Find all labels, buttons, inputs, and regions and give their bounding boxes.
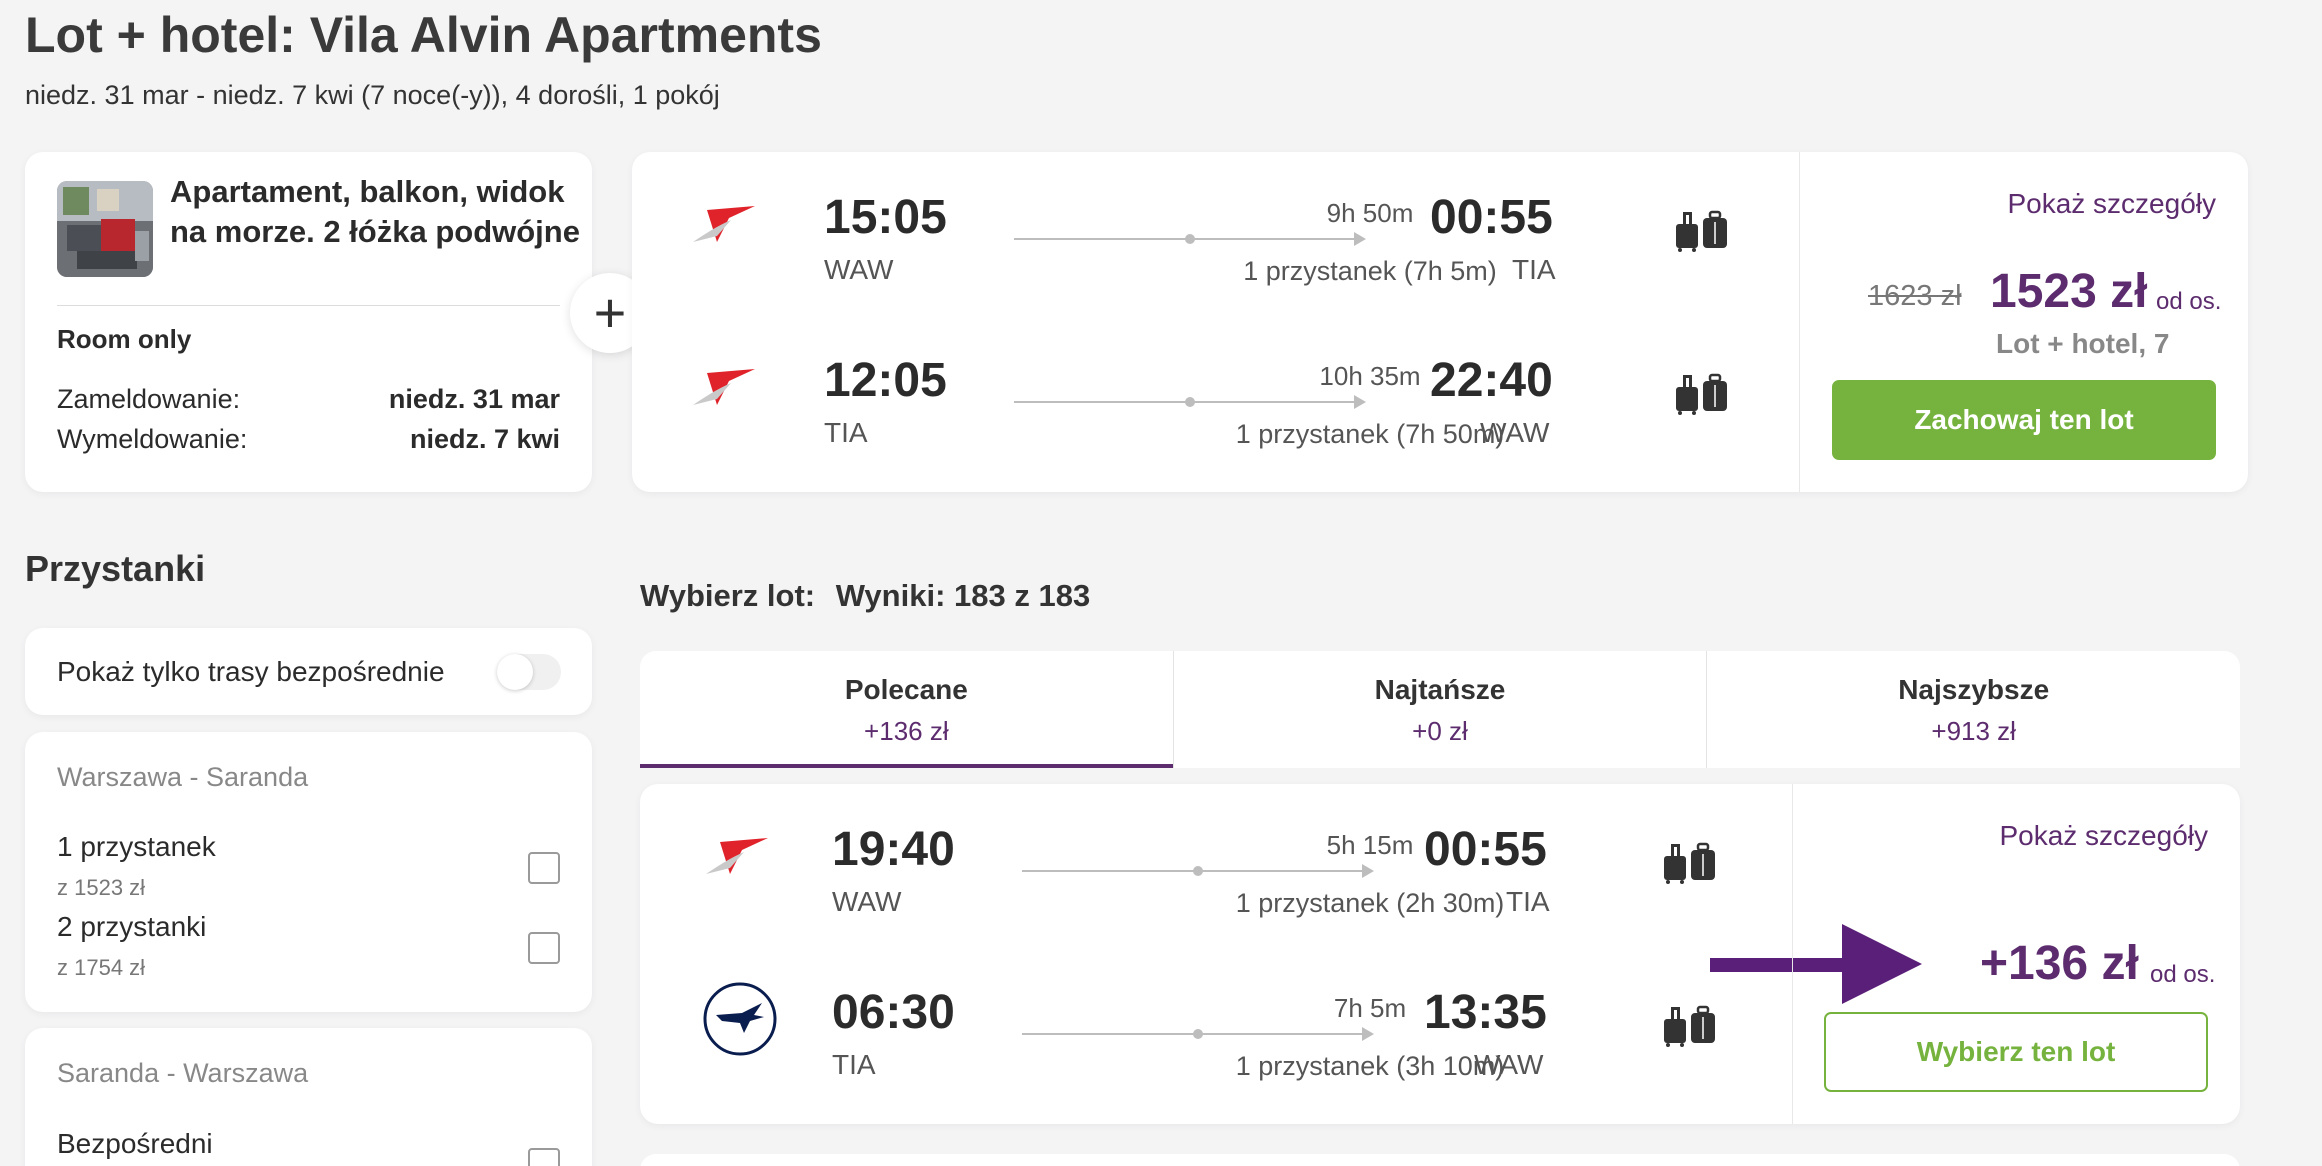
arrival-airport: TIA [1512,254,1556,285]
inbound-leg: 12:05 TIA 10h 35m 1 przystanek (7h 50m) … [632,335,1812,449]
stops-group-outbound: Warszawa - Saranda 1 przystanek z 1523 z… [25,732,592,1012]
option-label: Bezpośredni [57,1128,213,1159]
tab-fastest[interactable]: Najszybsze +913 zł [1707,651,2240,768]
results-heading: Wybierz lot: Wyniki: 183 z 183 [640,578,1090,614]
tab-recommended[interactable]: Polecane +136 zł [640,651,1174,768]
keep-flight-button[interactable]: Zachowaj ten lot [1832,380,2216,460]
arrow-right-icon [1710,924,1922,1004]
per-person-label: od os. [2156,288,2222,315]
baggage-icon [1662,373,1732,415]
tab-label: Polecane [844,674,968,705]
airline-swoosh-icon [687,359,759,419]
inbound-leg: 06:30 TIA 7h 5m 1 przystanek (3h 10m) 13… [640,967,1820,1081]
arrival-time: 00:55 [1424,823,1547,876]
route-line [1014,395,1366,409]
checkin-label: Zameldowanie: [57,384,241,414]
room-name: Apartament, balkon, widok na morze. 2 łó… [170,174,580,249]
arrival-time: 22:40 [1430,354,1553,407]
divider [1799,152,1800,492]
hotel-room-card: Apartament, balkon, widok na morze. 2 łó… [25,152,592,492]
baggage-icon [1650,842,1720,884]
trip-summary: niedz. 31 mar - niedz. 7 kwi (7 noce(-y)… [25,80,720,110]
arrival-time: 00:55 [1430,191,1553,244]
stops-2-checkbox[interactable] [528,932,560,964]
arrival-airport: TIA [1506,886,1550,917]
show-details-link[interactable]: Pokaż szczegóły [1999,820,2208,852]
departure-time: 19:40 [832,823,955,876]
arrival-airport: WAW [1474,1049,1544,1080]
baggage-icon [1650,1005,1720,1047]
departure-airport: WAW [824,254,894,285]
stops-1-checkbox[interactable] [528,852,560,884]
stops-filter-heading: Przystanki [25,548,206,589]
departure-time: 15:05 [824,191,947,244]
crane-logo-icon [702,981,778,1057]
divider [1792,784,1793,1124]
departure-time: 12:05 [824,354,947,407]
price-difference: +136 zł [1980,937,2139,990]
arrival-airport: WAW [1480,417,1550,448]
direct-only-filter: Pokaż tylko trasy bezpośrednie [25,628,592,715]
departure-airport: TIA [832,1049,876,1080]
choose-flight-label: Wybierz lot: [640,578,816,613]
next-result-card [640,1154,2240,1166]
results-count: Wyniki: 183 z 183 [835,578,1091,613]
route-line [1014,232,1366,246]
checkin-date: niedz. 31 mar [388,384,560,414]
checkout-date: niedz. 7 kwi [409,424,560,454]
tab-label: Najtańsze [1374,674,1506,705]
route-line [1022,864,1374,878]
option-label: 2 przystanki [57,911,207,942]
tab-price: +0 zł [1412,716,1468,746]
direct-only-toggle[interactable] [497,654,561,690]
board-type: Room only [57,324,192,354]
old-price: 1623 zł [1868,280,1962,312]
stops-group-return: Saranda - Warszawa Bezpośredni [25,1028,592,1166]
show-details-link[interactable]: Pokaż szczegóły [2007,188,2216,220]
selected-flight-card: 15:05 WAW 9h 50m 1 przystanek (7h 5m) 00… [632,152,2248,492]
arrival-time: 13:35 [1424,986,1547,1039]
price-per-person: 1523 zł [1990,265,2148,318]
sort-tabs: Polecane +136 zł Najtańsze +0 zł Najszyb… [640,651,2240,768]
direct-checkbox[interactable] [528,1148,560,1166]
departure-airport: TIA [824,417,868,448]
departure-time: 06:30 [832,986,955,1039]
outbound-leg: 15:05 WAW 9h 50m 1 przystanek (7h 5m) 00… [632,172,1812,286]
per-person-label: od os. [2150,961,2216,988]
stops-info: 1 przystanek (2h 30m) [1235,888,1505,918]
tab-price: +136 zł [864,716,949,746]
departure-airport: WAW [832,886,902,917]
page-title: Lot + hotel: Vila Alvin Apartments [25,7,822,63]
option-price: z 1523 zł [57,875,146,900]
group-title: Saranda - Warszawa [57,1058,309,1088]
outbound-leg: 19:40 WAW 5h 15m 1 przystanek (2h 30m) 0… [640,804,1820,918]
route-line [1022,1027,1374,1041]
baggage-icon [1662,210,1732,252]
tab-price: +913 zł [1931,716,2016,746]
airline-swoosh-icon [687,196,759,256]
tab-cheapest[interactable]: Najtańsze +0 zł [1174,651,1708,768]
checkout-row: Wymeldowanie: niedz. 7 kwi [57,424,560,455]
group-title: Warszawa - Saranda [57,762,309,792]
direct-only-label: Pokaż tylko trasy bezpośrednie [57,656,445,687]
flight-result-card: 19:40 WAW 5h 15m 1 przystanek (2h 30m) 0… [640,784,2240,1124]
room-photo[interactable] [57,181,153,277]
select-flight-button[interactable]: Wybierz ten lot [1824,1012,2208,1092]
price-note: Lot + hotel, 7 [1996,328,2170,359]
checkout-label: Wymeldowanie: [57,424,248,454]
divider [57,305,560,306]
tab-label: Najszybsze [1898,674,2050,705]
option-price: z 1754 zł [57,955,146,980]
option-label: 1 przystanek [57,831,216,862]
checkin-row: Zameldowanie: niedz. 31 mar [57,384,560,415]
airline-swoosh-icon [700,828,772,888]
stops-info: 1 przystanek (7h 5m) [1243,256,1497,286]
